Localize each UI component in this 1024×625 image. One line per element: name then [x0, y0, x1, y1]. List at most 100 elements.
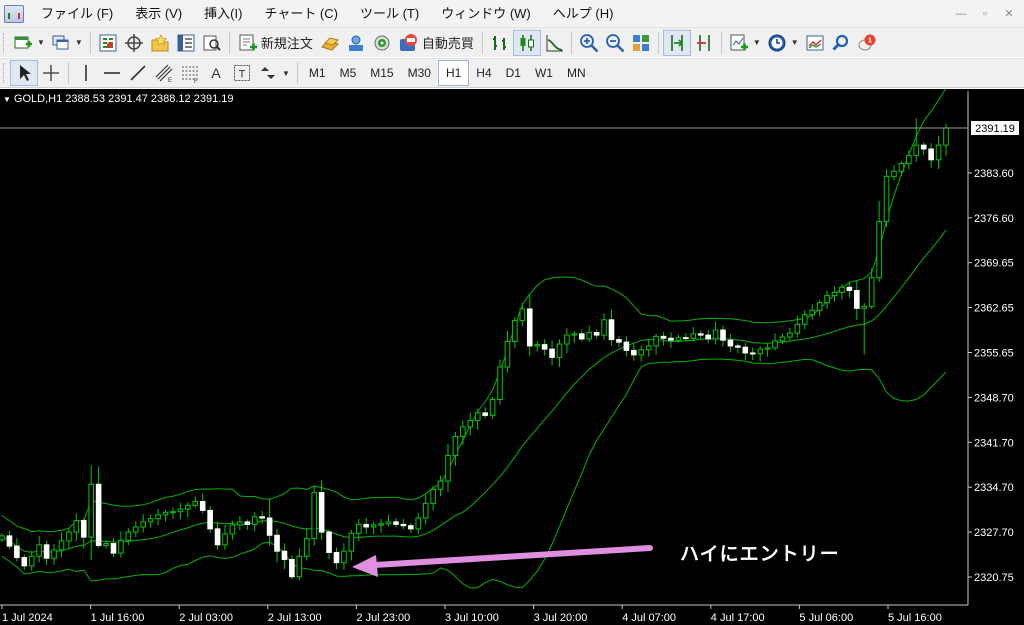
timeframe-h4[interactable]: H4 — [469, 60, 498, 86]
vertical-line-button[interactable] — [73, 60, 99, 86]
profiles-button[interactable]: ▼ — [48, 30, 86, 56]
new-order-button[interactable]: 新規注文 — [234, 30, 317, 56]
svg-text:T: T — [239, 69, 246, 81]
terminal-button[interactable] — [173, 30, 199, 56]
candle-body — [906, 154, 912, 165]
candlestick-icon — [520, 34, 534, 51]
timeframe-d1[interactable]: D1 — [499, 60, 528, 86]
collapse-triangle-icon[interactable]: ▼ — [3, 95, 11, 104]
menu-help[interactable]: ヘルプ (H) — [542, 0, 625, 27]
trendline-button[interactable] — [125, 60, 151, 86]
price-tick-label: 2362.65 — [974, 303, 1014, 315]
menu-tools[interactable]: ツール (T) — [349, 0, 430, 27]
toolbar-grip[interactable] — [3, 32, 6, 53]
line-chart-button[interactable] — [541, 30, 567, 56]
candlestick-chart-button[interactable] — [512, 29, 541, 56]
standard-toolbar: ▼ ▼ 新規注文 自動売買 ▼ ▼ 1 — [0, 27, 1024, 57]
notifications-button[interactable]: 1 — [854, 30, 880, 56]
navigator-button[interactable] — [147, 30, 173, 56]
minimize-icon[interactable]: — — [950, 4, 972, 24]
crosshair-tool-button[interactable] — [38, 60, 64, 86]
drawing-toolbar: E F A T ▼ M1 M5 M15 M30 H1 H4 D1 W1 MN — [0, 58, 1024, 88]
strategy-tester-button[interactable] — [199, 30, 225, 56]
candle-body — [504, 340, 511, 368]
candle-body — [185, 504, 191, 510]
candle-body — [534, 344, 540, 347]
fibonacci-button[interactable]: F — [177, 60, 203, 86]
text-label-button[interactable]: T — [229, 60, 255, 86]
menu-chart[interactable]: チャート (C) — [253, 0, 349, 27]
new-chart-button[interactable]: ▼ — [10, 30, 48, 56]
restore-icon[interactable]: ▫ — [974, 4, 996, 24]
timeframe-mn[interactable]: MN — [560, 60, 593, 86]
zoom-in-button[interactable] — [576, 30, 602, 56]
periods-button[interactable]: ▼ — [764, 30, 802, 56]
chart-shift-button[interactable] — [691, 30, 717, 56]
new-order-label: 新規注文 — [260, 36, 313, 51]
market-button[interactable] — [317, 30, 343, 56]
candle-body — [578, 333, 585, 340]
timeframe-m1[interactable]: M1 — [302, 60, 333, 86]
candle-body — [400, 523, 407, 527]
signals-user-icon — [348, 35, 363, 51]
menu-window[interactable]: ウィンドウ (W) — [430, 0, 542, 27]
toolbar-separator — [720, 31, 722, 54]
cursor-arrow-icon — [20, 65, 31, 81]
data-window-button[interactable] — [121, 30, 147, 56]
candle-body — [853, 289, 860, 309]
annotation-arrow — [352, 545, 653, 577]
auto-trading-button[interactable]: 自動売買 — [395, 30, 478, 56]
bar-chart-button[interactable] — [487, 30, 513, 56]
text-tool-button[interactable]: A — [203, 60, 229, 86]
arrow-head — [352, 555, 378, 577]
candle-body — [0, 535, 5, 541]
horizontal-line-button[interactable] — [99, 60, 125, 86]
chart-shift-icon — [696, 34, 710, 51]
zoom-out-button[interactable] — [602, 30, 628, 56]
candle-body — [816, 302, 823, 311]
autoscroll-button[interactable] — [662, 29, 691, 56]
candle-body — [660, 335, 667, 339]
chart-window[interactable]: 2391.19 2383.60 2376.60 2369.65 2362.65 2355.… — [0, 89, 1024, 625]
indicators-plus-icon — [730, 34, 748, 50]
search-button[interactable] — [828, 30, 854, 56]
symbol-ohlc: GOLD,H1 2388.53 2391.47 2388.12 2391.19 — [13, 93, 234, 105]
horizontal-line-icon — [104, 72, 120, 74]
menu-insert[interactable]: 挿入(I) — [193, 0, 253, 27]
indicators-button[interactable]: ▼ — [726, 30, 764, 56]
equidistant-channel-button[interactable]: E — [151, 60, 177, 86]
price-tick-label: 2320.75 — [974, 572, 1014, 584]
close-icon[interactable]: ✕ — [998, 4, 1020, 24]
chevron-down-icon: ▼ — [752, 38, 761, 47]
toolbar-grip[interactable] — [3, 63, 6, 83]
timeframe-m30[interactable]: M30 — [401, 60, 438, 86]
candle-body — [326, 531, 332, 553]
timeframe-h1[interactable]: H1 — [437, 60, 470, 86]
candle-body — [437, 480, 444, 490]
price-tick-label: 2355.65 — [974, 348, 1014, 360]
market-watch-button[interactable] — [95, 30, 121, 56]
menu-view[interactable]: 表示 (V) — [124, 0, 193, 27]
arrow-shaft — [371, 545, 653, 568]
timeframe-m5[interactable]: M5 — [333, 60, 364, 86]
candle-body — [452, 435, 459, 457]
timeframe-w1[interactable]: W1 — [528, 60, 560, 86]
candle-body — [549, 348, 555, 358]
price-chart[interactable]: 2391.19 2383.60 2376.60 2369.65 2362.65 2355.… — [0, 89, 1024, 625]
timeframe-m15[interactable]: M15 — [363, 60, 400, 86]
candle-body — [571, 333, 578, 336]
vps-button[interactable] — [369, 30, 395, 56]
templates-button[interactable] — [802, 30, 828, 56]
arrows-button[interactable]: ▼ — [255, 60, 293, 86]
candle-body — [333, 551, 340, 564]
candle-body — [66, 531, 72, 542]
tile-windows-button[interactable] — [628, 30, 654, 56]
candle-body — [519, 308, 526, 321]
cursor-tool-button[interactable] — [10, 60, 38, 86]
app-icon[interactable] — [4, 4, 24, 23]
candle-body — [705, 334, 711, 340]
candle-body — [88, 483, 95, 538]
candle-body — [341, 550, 347, 564]
menu-file[interactable]: ファイル (F) — [30, 0, 124, 27]
signals-button[interactable] — [343, 30, 369, 56]
